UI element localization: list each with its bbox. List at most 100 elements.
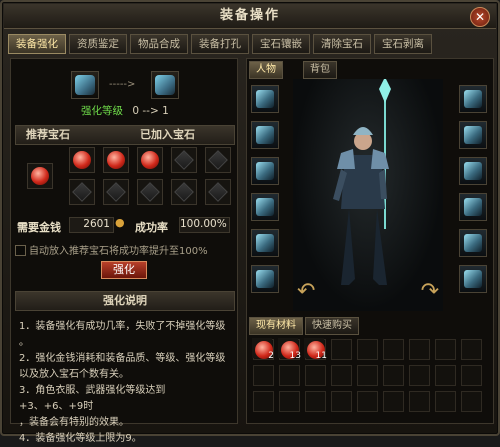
equip-slot-bracer[interactable] [459, 121, 487, 149]
equip-slot-charm[interactable] [251, 265, 279, 293]
strengthen-level-label: 强化等级 [81, 105, 123, 117]
tab-identify[interactable]: 资质鉴定 [69, 34, 127, 54]
material-slot[interactable]: 13 [278, 338, 301, 361]
empty-gem-slot[interactable] [171, 179, 197, 205]
tab-compose[interactable]: 物品合成 [130, 34, 188, 54]
amulet-icon [464, 90, 482, 108]
empty-material-slot[interactable] [461, 339, 482, 360]
empty-material-slot[interactable] [383, 339, 404, 360]
strengthen-button[interactable]: 强化 [101, 261, 147, 279]
empty-gem-slot[interactable] [205, 179, 231, 205]
empty-material-slot[interactable] [279, 365, 300, 386]
tab-character[interactable]: 人物 [249, 61, 283, 79]
shoulder-icon [256, 126, 274, 144]
empty-material-slot[interactable] [409, 391, 430, 412]
empty-material-slot[interactable] [383, 365, 404, 386]
equip-slot-legs[interactable] [459, 193, 487, 221]
coin-icon: ● [115, 216, 125, 229]
empty-material-slot[interactable] [357, 339, 378, 360]
empty-material-slot[interactable] [461, 365, 482, 386]
empty-material-slot[interactable] [409, 339, 430, 360]
source-equip-slot[interactable] [71, 71, 99, 99]
added-gems-label: 已加入宝石 [140, 128, 195, 141]
character-figure-icon [333, 77, 391, 285]
material-slot[interactable]: 11 [304, 338, 327, 361]
equip-slot-helmet[interactable] [251, 85, 279, 113]
empty-material-slot[interactable] [409, 365, 430, 386]
rotate-right-icon[interactable]: ↷ [421, 279, 439, 304]
empty-material-slot[interactable] [331, 339, 352, 360]
tab-bar: 装备强化 资质鉴定 物品合成 装备打孔 宝石镶嵌 清除宝石 宝石剥离 [8, 34, 432, 54]
helmet-icon [256, 90, 274, 108]
material-count: 2 [268, 351, 274, 361]
orb-icon [464, 270, 482, 288]
empty-gem-slot[interactable] [69, 179, 95, 205]
empty-material-slot[interactable] [383, 391, 404, 412]
equip-slot-weapon[interactable] [251, 157, 279, 185]
equip-slot-armor[interactable] [251, 193, 279, 221]
tab-clear-gem[interactable]: 清除宝石 [313, 34, 371, 54]
empty-material-slot[interactable] [305, 391, 326, 412]
character-preview: ↶ ↷ [293, 77, 443, 311]
result-equip-slot[interactable] [151, 71, 179, 99]
empty-gem-slot[interactable] [103, 179, 129, 205]
success-rate-value: 100.00% [179, 217, 230, 233]
equip-slot-amulet[interactable] [459, 85, 487, 113]
explain-line: 2．强化金钱消耗和装备品质、等级、强化等级 [19, 353, 226, 364]
necklace-icon [256, 234, 274, 252]
legs-icon [464, 198, 482, 216]
close-button[interactable]: ✕ [470, 7, 490, 27]
explain-title: 强化说明 [15, 291, 235, 311]
empty-material-slot[interactable] [357, 365, 378, 386]
tab-quick-buy[interactable]: 快速购买 [305, 317, 359, 335]
empty-material-slot[interactable] [331, 365, 352, 386]
tab-strip-gem[interactable]: 宝石剥离 [374, 34, 432, 54]
material-slot[interactable]: 2 [252, 338, 274, 361]
equip-slot-gloves[interactable] [459, 157, 487, 185]
tab-inlay[interactable]: 宝石镶嵌 [252, 34, 310, 54]
strengthen-panel: -----> 强化等级 0 --> 1 推荐宝石 已加入宝石 需要金钱 2601… [10, 58, 238, 444]
arrow-icon: -----> [109, 79, 136, 90]
equip-slot-shoulder[interactable] [251, 121, 279, 149]
empty-material-slot[interactable] [279, 391, 300, 412]
material-count: 11 [315, 351, 327, 361]
tab-punch[interactable]: 装备打孔 [191, 34, 249, 54]
helmet-icon [75, 75, 95, 95]
rotate-left-icon[interactable]: ↶ [297, 279, 315, 304]
empty-material-slot[interactable] [357, 391, 378, 412]
added-gem-slot[interactable] [103, 147, 129, 173]
recommended-gem[interactable] [27, 163, 53, 189]
explain-line: 4．装备强化等级上限为9。 [19, 433, 142, 444]
empty-material-slot[interactable] [331, 391, 352, 412]
empty-material-slot[interactable] [305, 365, 326, 386]
explain-text: 1．装备强化有成功几率，失败了不掉强化等级 。 2．强化金钱消耗和装备品质、等级… [19, 319, 227, 447]
equip-slot-orb[interactable] [459, 265, 487, 293]
ring-icon [464, 234, 482, 252]
empty-gem-slot[interactable] [137, 179, 163, 205]
added-gem-slot[interactable] [137, 147, 163, 173]
tab-bag[interactable]: 背包 [303, 61, 337, 79]
tab-strengthen[interactable]: 装备强化 [8, 34, 66, 54]
empty-material-slot[interactable] [253, 391, 274, 412]
explain-line: 1．装备强化有成功几率，失败了不掉强化等级 [19, 321, 226, 332]
title-bar: 装备操作 ✕ [4, 4, 496, 29]
bracer-icon [464, 126, 482, 144]
added-gem-slot[interactable] [69, 147, 95, 173]
equip-slot-ring[interactable] [459, 229, 487, 257]
money-value: 2601 [69, 217, 114, 233]
empty-material-slot[interactable] [253, 365, 274, 386]
tab-materials[interactable]: 现有材料 [249, 317, 303, 335]
empty-material-slot[interactable] [461, 391, 482, 412]
empty-material-slot[interactable] [435, 339, 456, 360]
recommend-gems-label: 推荐宝石 [26, 128, 70, 141]
empty-material-slot[interactable] [435, 391, 456, 412]
empty-material-slot[interactable] [435, 365, 456, 386]
materials-grid: 2 13 11 [249, 337, 489, 419]
equip-slot-necklace[interactable] [251, 229, 279, 257]
auto-add-checkbox[interactable] [15, 245, 26, 256]
charm-icon [256, 270, 274, 288]
gloves-icon [464, 162, 482, 180]
empty-gem-slot[interactable] [205, 147, 231, 173]
explain-line: 。 [19, 337, 29, 348]
empty-gem-slot[interactable] [171, 147, 197, 173]
